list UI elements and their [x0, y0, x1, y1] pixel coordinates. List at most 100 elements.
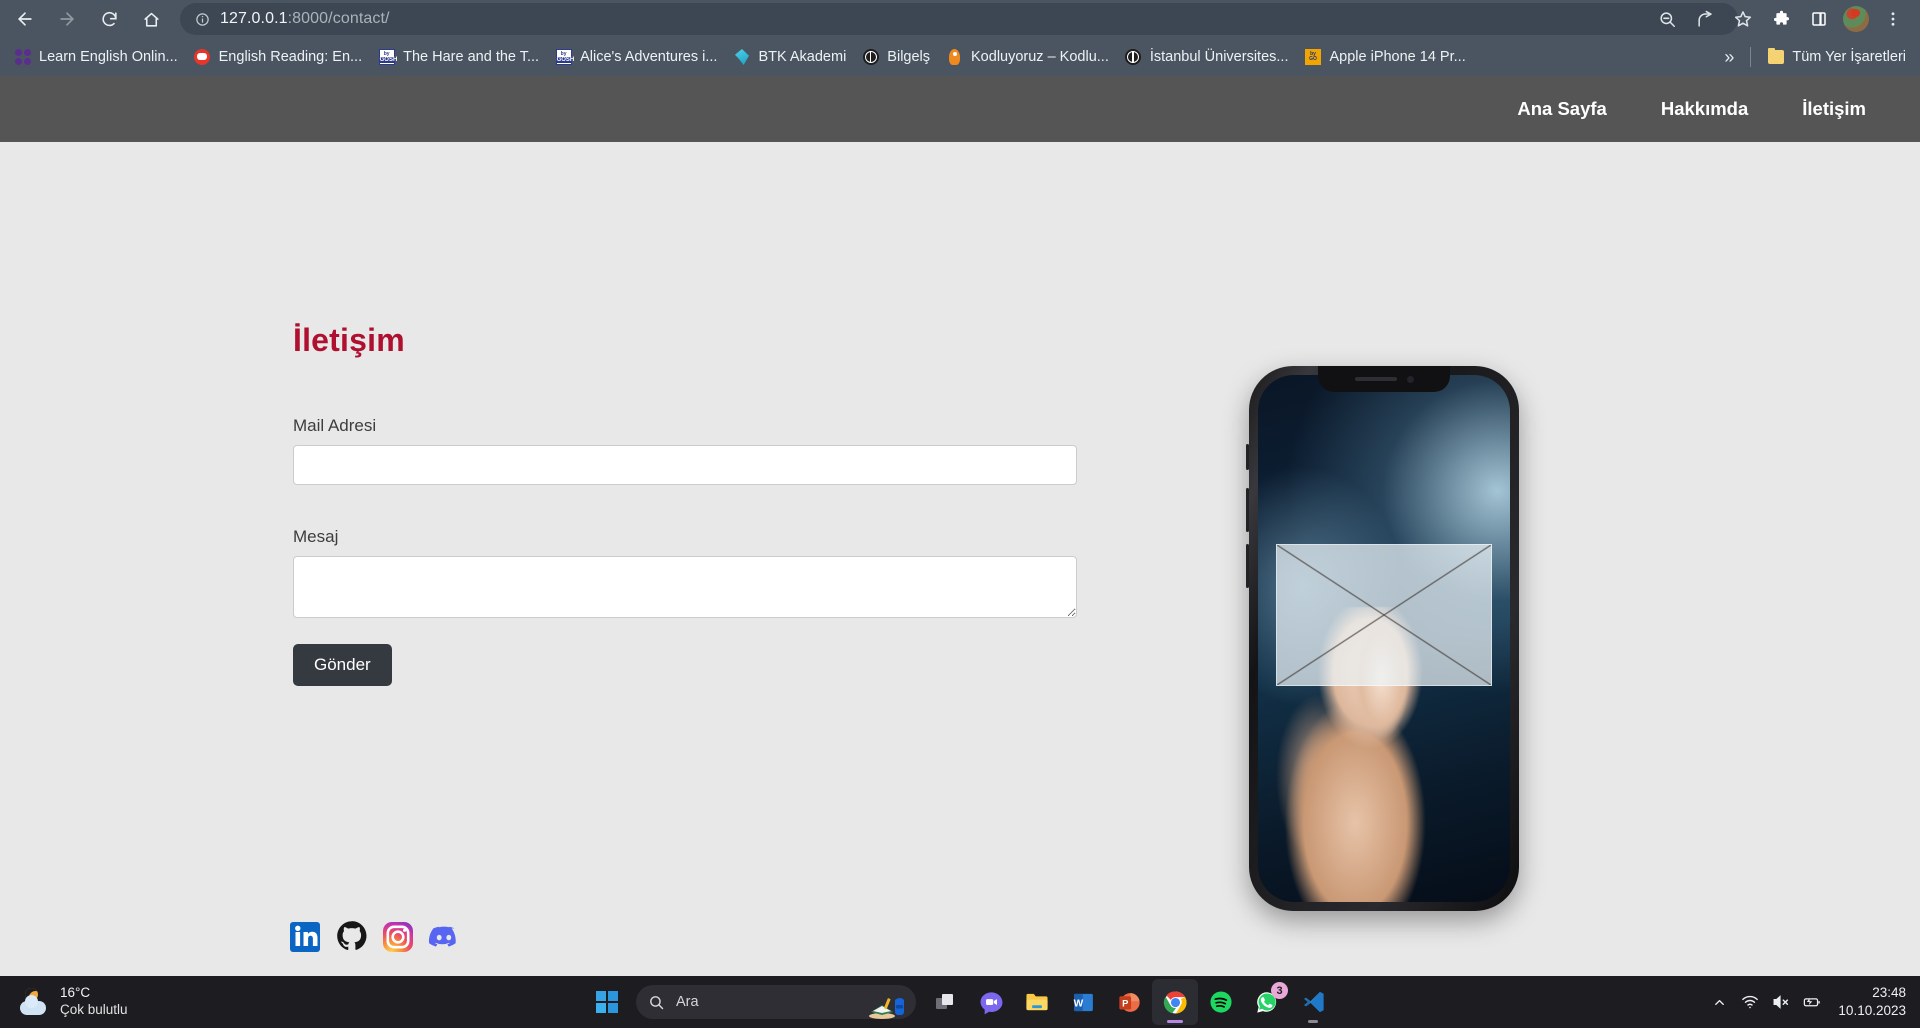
phone-notch: [1318, 366, 1450, 392]
reload-icon[interactable]: [92, 2, 126, 36]
bookmark-label: Bilgelş: [887, 49, 931, 65]
back-arrow-icon[interactable]: [8, 2, 42, 36]
svg-text:W: W: [1073, 998, 1083, 1009]
windows-start-icon[interactable]: [584, 979, 630, 1025]
github-icon[interactable]: [334, 918, 370, 952]
share-icon[interactable]: [1689, 3, 1721, 35]
discord-icon[interactable]: [426, 918, 462, 952]
rocket-icon: [946, 49, 963, 66]
message-label: Mesaj: [293, 527, 339, 546]
envelope-graphic: [1275, 543, 1493, 686]
bookmarks-bar: Learn English Onlin... English Reading: …: [0, 38, 1920, 76]
powerpoint-icon[interactable]: P: [1106, 979, 1152, 1025]
forward-arrow-icon[interactable]: [50, 2, 84, 36]
weather-condition: Çok bulutlu: [60, 1002, 128, 1017]
system-tray: 23:48 10.10.2023: [1710, 976, 1906, 1028]
app-running-indicator: [1167, 1020, 1183, 1023]
volume-muted-icon[interactable]: [1772, 993, 1790, 1011]
site-navigation: Ana Sayfa Hakkımda İletişim: [0, 76, 1920, 142]
bookmarks-overflow-button[interactable]: »: [1716, 47, 1742, 68]
search-placeholder: Ara: [676, 994, 699, 1010]
bookmark-item[interactable]: by GOSH The Hare and the T...: [370, 43, 547, 71]
whatsapp-icon[interactable]: 3: [1244, 979, 1290, 1025]
spotify-icon[interactable]: [1198, 979, 1244, 1025]
site-info-icon[interactable]: [190, 7, 214, 31]
extensions-puzzle-icon[interactable]: [1765, 3, 1797, 35]
bookmark-item[interactable]: Kodluyoruz – Kodlu...: [938, 43, 1117, 71]
browser-action-icons: [1648, 0, 1912, 38]
weather-temperature: 16°C: [60, 985, 91, 1001]
bookmark-item[interactable]: Bilgelş: [854, 43, 938, 71]
mail-address-input[interactable]: [293, 445, 1077, 485]
profile-avatar[interactable]: [1843, 6, 1869, 32]
four-dot-icon: [14, 49, 31, 66]
message-textarea[interactable]: [293, 556, 1077, 618]
bookmarks-divider: [1750, 47, 1752, 67]
bookmark-item[interactable]: İstanbul Üniversites...: [1117, 43, 1297, 71]
bookmark-star-icon[interactable]: [1727, 3, 1759, 35]
zoom-out-icon[interactable]: [1651, 3, 1683, 35]
browser-chrome: 127.0.0.1:8000/contact/ Learn English On…: [0, 0, 1920, 76]
school-supplies-emoji: [868, 993, 908, 1019]
address-bar-text: 127.0.0.1:8000/contact/: [220, 10, 390, 28]
globe-icon: [1125, 49, 1142, 66]
social-links: [288, 918, 462, 952]
show-hidden-icons-chevron[interactable]: [1710, 993, 1728, 1011]
linkedin-icon[interactable]: [288, 918, 324, 952]
browser-toolbar: 127.0.0.1:8000/contact/: [0, 0, 1920, 38]
all-bookmarks-button[interactable]: Tüm Yer İşaretleri: [1759, 43, 1914, 71]
weather-widget[interactable]: 16°C Çok bulutlu: [20, 976, 128, 1028]
nav-link-hakkimda[interactable]: Hakkımda: [1661, 98, 1748, 120]
clock-date: 10.10.2023: [1838, 1003, 1906, 1018]
globe-icon: [862, 49, 879, 66]
home-icon[interactable]: [134, 2, 168, 36]
clock-time: 23:48: [1872, 985, 1906, 1001]
bookmark-item[interactable]: English Reading: En...: [186, 43, 370, 71]
page-title: İletişim: [293, 322, 405, 358]
page-content: İletişim Mail Adresi Mesaj Gönder: [0, 142, 1920, 952]
folder-icon: [1767, 48, 1784, 66]
svg-text:P: P: [1122, 998, 1128, 1008]
nav-link-iletisim[interactable]: İletişim: [1802, 98, 1866, 120]
orange-book-icon: by GO: [1304, 49, 1321, 66]
phone-screen: [1258, 375, 1510, 902]
file-explorer-icon[interactable]: [1014, 979, 1060, 1025]
bookmark-label: BTK Akademi: [758, 49, 847, 65]
task-view-icon[interactable]: [922, 979, 968, 1025]
address-bar[interactable]: 127.0.0.1:8000/contact/: [180, 3, 1738, 35]
contact-form-column: İletişim Mail Adresi Mesaj Gönder: [293, 322, 1077, 686]
red-chat-bubble-icon: [194, 49, 211, 66]
gosh-book-icon: by GOSH: [378, 49, 397, 66]
battery-charging-icon[interactable]: [1803, 993, 1821, 1011]
word-icon[interactable]: W: [1060, 979, 1106, 1025]
btk-feather-icon: [733, 49, 750, 66]
url-host: 127.0.0.1: [220, 10, 288, 27]
bookmark-label: İstanbul Üniversites...: [1149, 49, 1289, 65]
vscode-icon[interactable]: [1290, 979, 1336, 1025]
instagram-icon[interactable]: [380, 918, 416, 952]
submit-button[interactable]: Gönder: [293, 644, 392, 686]
bookmark-item[interactable]: BTK Akademi: [725, 43, 854, 71]
notification-badge: 3: [1271, 982, 1288, 999]
nav-link-ana-sayfa[interactable]: Ana Sayfa: [1517, 98, 1606, 120]
chat-icon[interactable]: [968, 979, 1014, 1025]
bookmark-label: Alice's Adventures i...: [580, 49, 718, 65]
three-dot-menu-icon[interactable]: [1877, 3, 1909, 35]
side-panel-icon[interactable]: [1803, 3, 1835, 35]
bookmark-label: Kodluyoruz – Kodlu...: [971, 49, 1109, 65]
url-path: :8000/contact/: [287, 10, 390, 27]
iphone-email-illustration: [1246, 366, 1519, 911]
wifi-icon[interactable]: [1741, 993, 1759, 1011]
bookmark-item[interactable]: Learn English Onlin...: [6, 43, 186, 71]
app-running-indicator: [1308, 1020, 1318, 1023]
clock[interactable]: 23:48 10.10.2023: [1838, 984, 1906, 1019]
gosh-book-icon: by GOSH: [555, 49, 574, 66]
search-icon: [648, 994, 665, 1011]
chrome-icon[interactable]: [1152, 979, 1198, 1025]
bookmarks-overflow-group: » Tüm Yer İşaretleri: [1716, 43, 1914, 71]
bookmark-item[interactable]: by GOSH Alice's Adventures i...: [547, 43, 725, 71]
weather-text: 16°C Çok bulutlu: [60, 985, 128, 1019]
search-input[interactable]: Ara: [636, 985, 916, 1019]
phone-volume-down-button: [1246, 544, 1249, 588]
bookmark-item[interactable]: by GO Apple iPhone 14 Pr...: [1296, 43, 1473, 71]
